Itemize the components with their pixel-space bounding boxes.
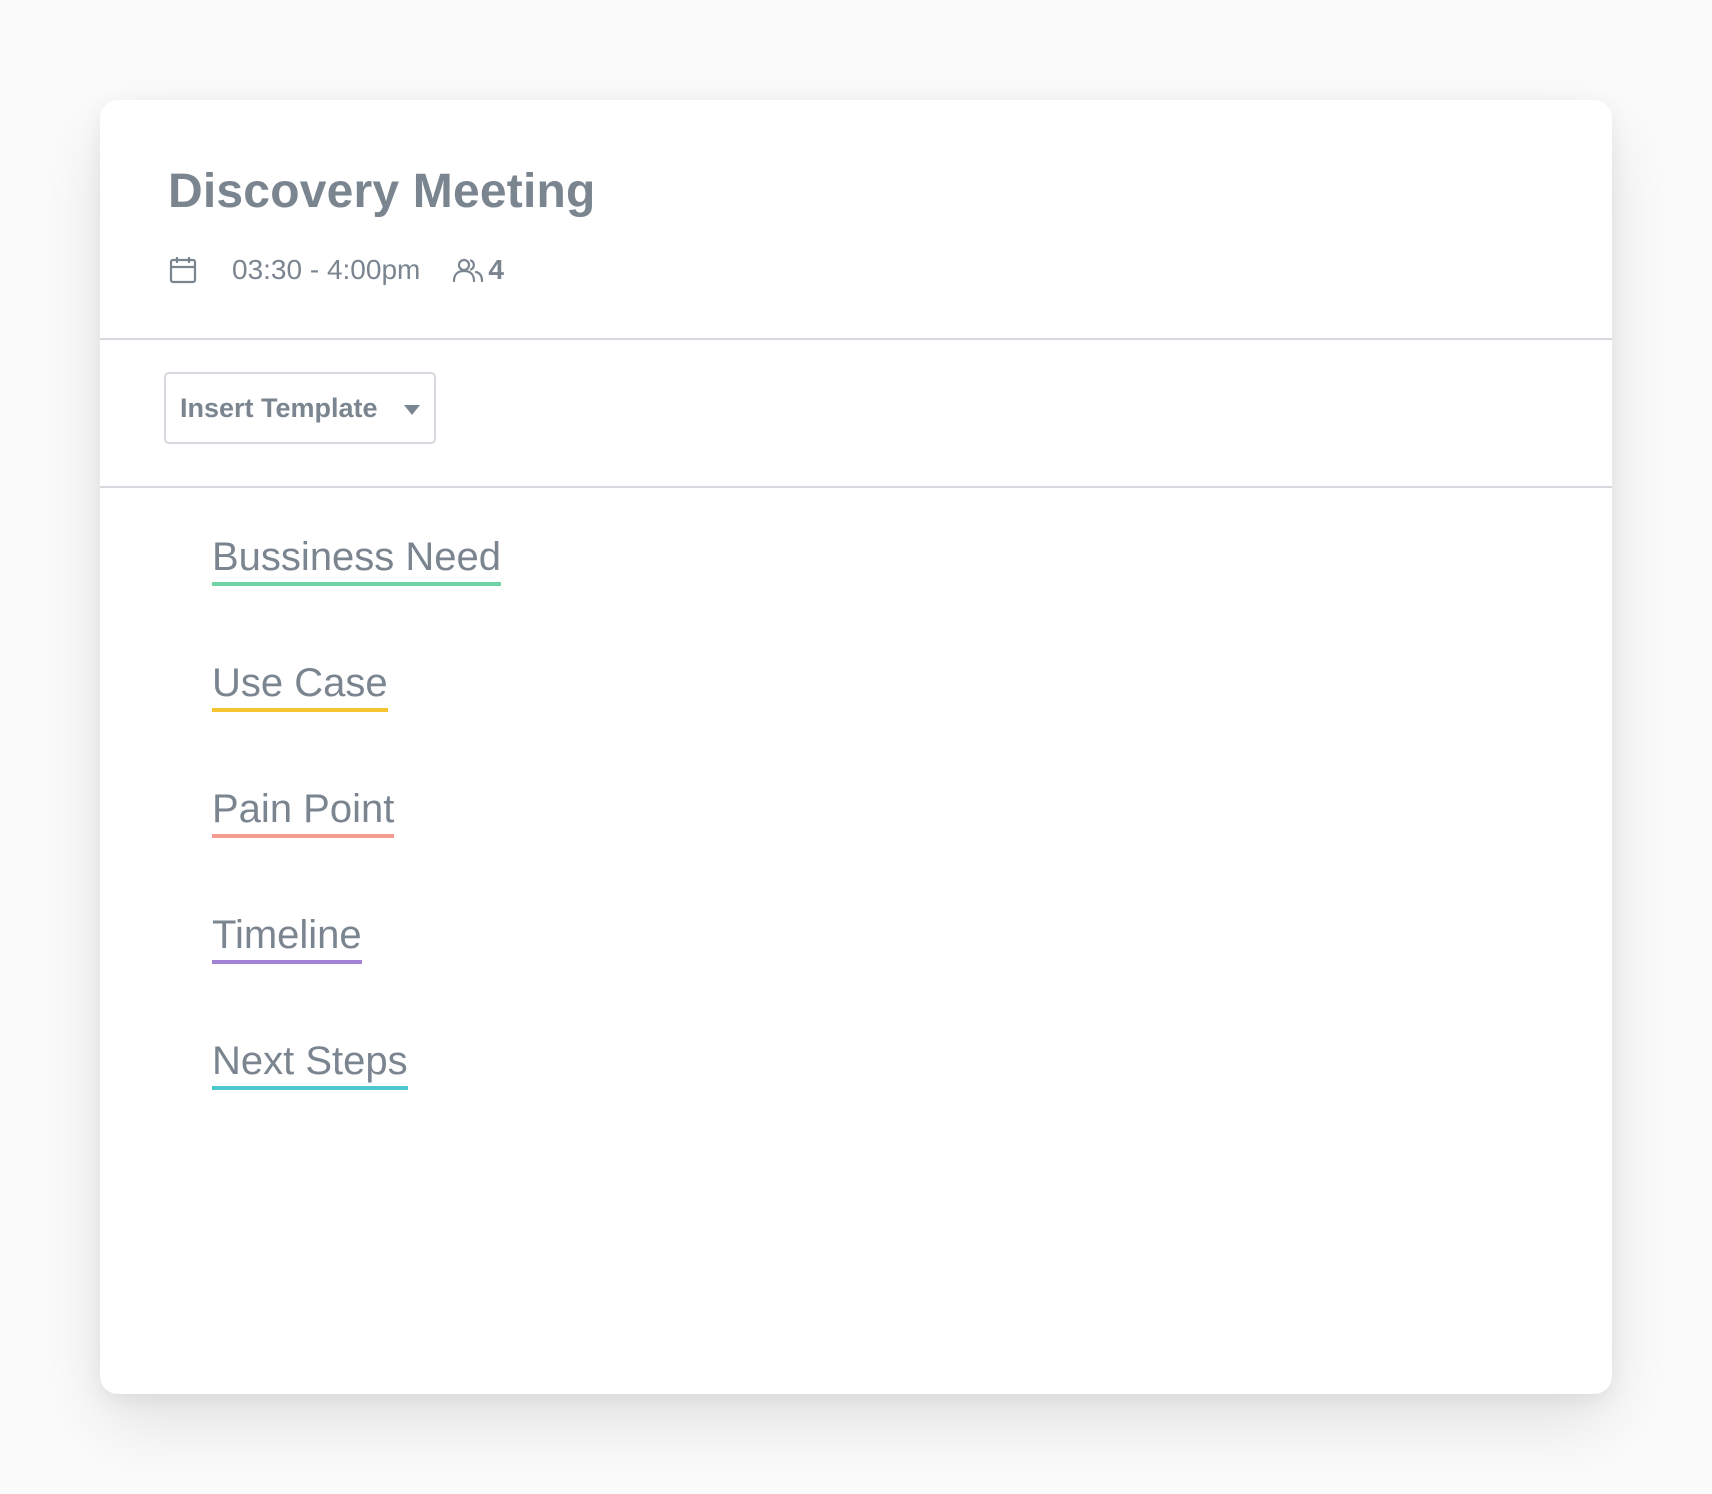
section-item: Bussiness Need xyxy=(212,534,502,660)
attendee-count: 4 xyxy=(488,254,504,285)
section-heading-next-steps[interactable]: Next Steps xyxy=(212,1038,408,1090)
section-item: Use Case xyxy=(212,660,501,786)
meeting-time: 03:30 - 4:00pm xyxy=(232,254,421,285)
insert-template-label: Insert Template xyxy=(180,392,378,423)
calendar-icon xyxy=(168,255,198,285)
section-item: Pain Point xyxy=(212,786,501,912)
meeting-title: Discovery Meeting xyxy=(168,165,596,218)
people-icon xyxy=(420,257,484,283)
editor-toolbar: Insert Template xyxy=(100,340,1612,488)
meeting-card: Discovery Meeting 03:30 - 4:00pm 4 Inser… xyxy=(100,100,1612,1394)
meeting-header: Discovery Meeting 03:30 - 4:00pm 4 xyxy=(100,100,1612,340)
meeting-meta: 03:30 - 4:00pm 4 xyxy=(168,252,504,288)
section-heading-business-need[interactable]: Bussiness Need xyxy=(212,534,502,586)
section-heading-timeline[interactable]: Timeline xyxy=(212,912,362,964)
section-heading-use-case[interactable]: Use Case xyxy=(212,660,388,712)
section-item: Timeline xyxy=(212,912,501,1038)
chevron-down-icon xyxy=(404,405,420,415)
template-sections: Bussiness Need Use Case Pain Point Timel… xyxy=(212,534,502,1164)
section-heading-pain-point[interactable]: Pain Point xyxy=(212,786,395,838)
section-item: Next Steps xyxy=(212,1038,501,1164)
insert-template-dropdown[interactable]: Insert Template xyxy=(164,372,436,444)
